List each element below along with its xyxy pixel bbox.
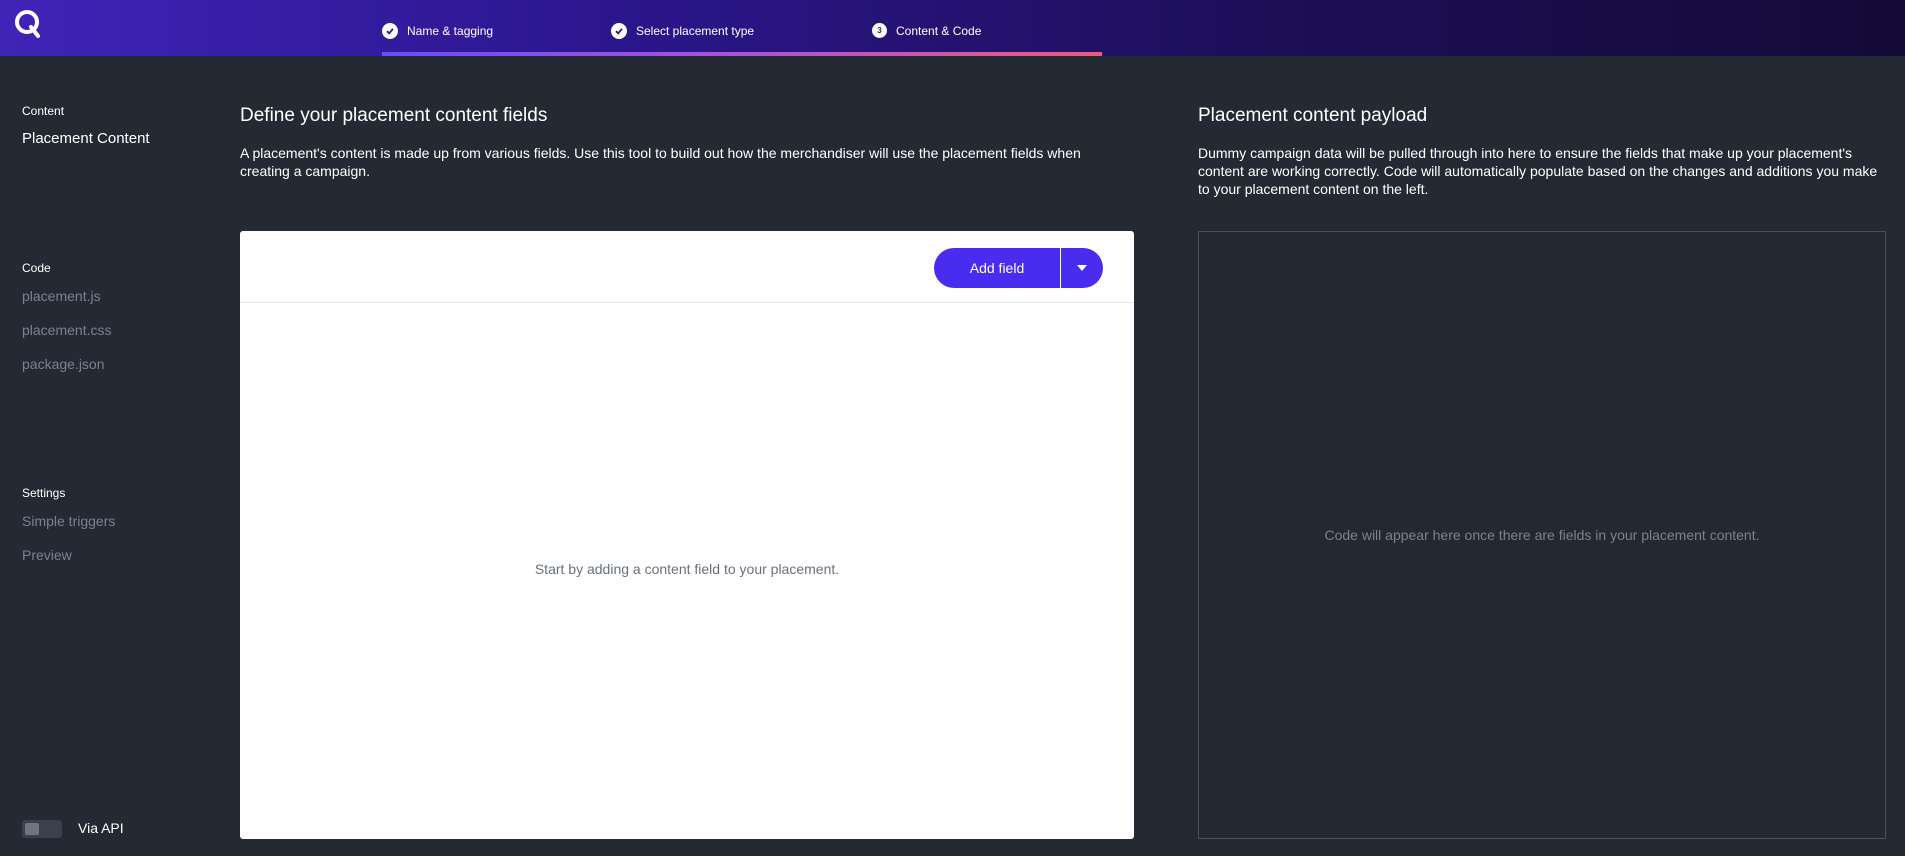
sidebar-item-placement-css[interactable]: placement.css [22, 322, 111, 338]
step-placement-type[interactable]: Select placement type [611, 23, 754, 39]
sidebar-item-simple-triggers[interactable]: Simple triggers [22, 513, 115, 529]
check-icon [611, 23, 627, 39]
add-field-button[interactable]: Add field [934, 248, 1060, 288]
step-label: Name & tagging [407, 24, 494, 38]
fields-heading: Define your placement content fields [240, 105, 548, 126]
sidebar-item-preview[interactable]: Preview [22, 547, 72, 563]
step-name-tagging[interactable]: Name & tagging [382, 23, 493, 39]
fields-panel: Add field Start by adding a content fiel… [240, 231, 1134, 839]
payload-description: Dummy campaign data will be pulled throu… [1198, 145, 1878, 197]
payload-heading: Placement content payload [1198, 105, 1428, 126]
sidebar-section-content: Content [22, 104, 65, 118]
step-label: Select placement type [636, 24, 755, 38]
step-label: Content & Code [896, 23, 982, 38]
step-content-code[interactable]: 3 Content & Code [872, 23, 981, 38]
step-number-badge: 3 [872, 23, 887, 38]
sidebar-section-settings: Settings [22, 486, 66, 500]
caret-down-icon [1077, 265, 1087, 271]
payload-code-panel: Code will appear here once there are fie… [1198, 231, 1886, 839]
fields-toolbar: Add field [240, 231, 1134, 303]
via-api-label: Via API [78, 820, 124, 836]
fields-empty-message: Start by adding a content field to your … [534, 561, 840, 577]
payload-empty-message: Code will appear here once there are fie… [1324, 527, 1760, 543]
sidebar-item-placement-content[interactable]: Placement Content [22, 130, 150, 147]
sidebar-item-package-json[interactable]: package.json [22, 356, 105, 372]
toggle-knob [25, 823, 39, 835]
sidebar-section-code: Code [22, 261, 51, 275]
add-field-dropdown-button[interactable] [1061, 248, 1103, 288]
sidebar-item-placement-js[interactable]: placement.js [22, 288, 101, 304]
top-bar: Name & tagging Select placement type 3 C… [0, 0, 1905, 56]
stepper: Name & tagging Select placement type 3 C… [0, 0, 1905, 56]
step-progress-bar [382, 52, 1102, 56]
check-icon [382, 23, 398, 39]
sidebar: Content Placement Content Code placement… [0, 56, 208, 856]
via-api-toggle[interactable] [22, 820, 62, 838]
fields-description: A placement's content is made up from va… [240, 145, 1081, 179]
